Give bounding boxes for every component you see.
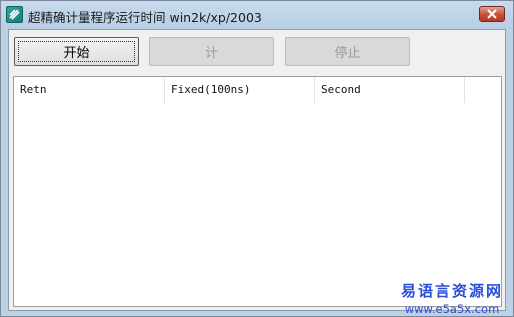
column-header-fixed[interactable]: Fixed(100ns) <box>165 77 315 103</box>
watermark: 易语言资源网 www.e5a5x.com <box>396 280 508 316</box>
results-list[interactable]: Retn Fixed(100ns) Second <box>13 76 502 307</box>
client-area: 开始 计 停止 Retn Fixed(100ns) Second <box>8 29 506 311</box>
start-button[interactable]: 开始 <box>14 37 139 66</box>
watermark-title: 易语言资源网 <box>400 282 503 300</box>
focus-rect <box>18 41 135 62</box>
watermark-url: www.e5a5x.com <box>404 302 500 316</box>
app-icon[interactable] <box>6 6 23 23</box>
column-header-retn[interactable]: Retn <box>14 77 165 103</box>
count-button-label: 计 <box>204 46 218 61</box>
title-bar[interactable]: 超精确计量程序运行时间 win2k/xp/2003 <box>1 1 513 29</box>
stop-button-label: 停止 <box>334 46 361 61</box>
close-button[interactable] <box>479 6 505 22</box>
window-title: 超精确计量程序运行时间 win2k/xp/2003 <box>28 10 262 25</box>
count-button[interactable]: 计 <box>149 37 274 66</box>
app-window: 超精确计量程序运行时间 win2k/xp/2003 开始 计 停止 Retn F… <box>0 0 514 317</box>
column-header-second[interactable]: Second <box>315 77 465 103</box>
stop-button[interactable]: 停止 <box>285 37 410 66</box>
close-icon <box>487 9 497 19</box>
